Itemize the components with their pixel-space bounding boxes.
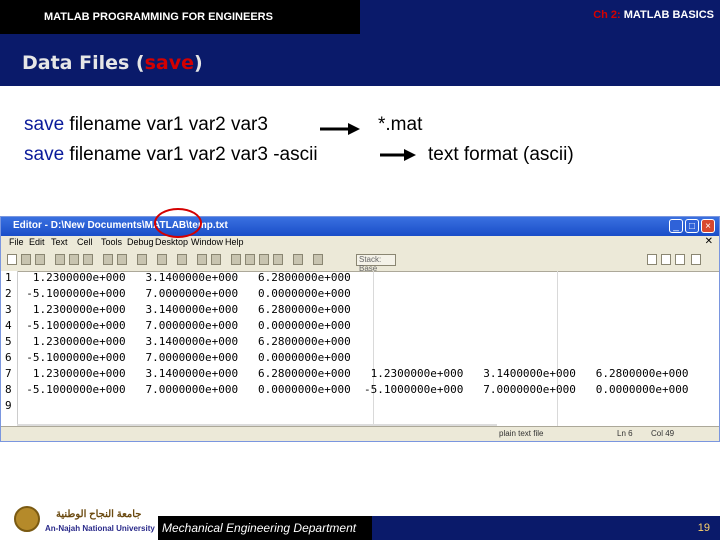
command-line-2: save filename var1 var2 var3 -ascii	[24, 144, 318, 166]
university-logo: جامعة النجاح الوطنية An-Najah National U…	[0, 500, 158, 540]
stack-select[interactable]: Stack: Base	[356, 254, 396, 273]
copy-icon[interactable]	[69, 254, 79, 265]
menu-tools[interactable]: Tools	[101, 237, 122, 247]
save-icon[interactable]	[35, 254, 45, 265]
status-file-type: plain text file	[499, 429, 544, 438]
dock-layout-1-icon[interactable]	[647, 254, 657, 265]
line-number: 4	[5, 319, 12, 332]
department-bar: Mechanical Engineering Department	[158, 516, 372, 540]
line-number: 2	[5, 287, 12, 300]
command-keyword: save	[24, 144, 65, 165]
cut-icon[interactable]	[55, 254, 65, 265]
column-guide	[557, 271, 558, 427]
course-title: MATLAB PROGRAMMING FOR ENGINEERS	[44, 11, 273, 23]
code-line[interactable]: 1.2300000e+000 3.1400000e+000 6.2800000e…	[13, 303, 351, 316]
code-line[interactable]: 1.2300000e+000 3.1400000e+000 6.2800000e…	[13, 335, 351, 348]
line-number: 3	[5, 303, 12, 316]
page-number: 19	[697, 522, 710, 534]
course-header: MATLAB PROGRAMMING FOR ENGINEERS	[0, 0, 360, 34]
command-result-1: *.mat	[378, 114, 423, 135]
continue-icon[interactable]	[273, 254, 283, 265]
chapter-title: Ch 2: MATLAB BASICS	[593, 9, 714, 21]
code-line[interactable]: -5.1000000e+000 7.0000000e+000 0.0000000…	[13, 319, 351, 332]
command-keyword: save	[24, 114, 65, 135]
editor-menubar: File Edit Text Cell Tools Debug Desktop …	[1, 236, 719, 250]
university-name-arabic: جامعة النجاح الوطنية	[56, 509, 142, 520]
function-icon[interactable]	[177, 254, 187, 265]
menu-file[interactable]: File	[9, 237, 24, 247]
line-number: 9	[5, 399, 12, 412]
editor-toolbar: Stack: Base	[1, 250, 719, 273]
editor-titlebar[interactable]: Editor - D:\New Documents\MATLAB\temp.tx…	[1, 217, 719, 236]
column-guide	[373, 271, 374, 427]
command-line-1: save filename var1 var2 var3	[24, 114, 268, 136]
menu-cell[interactable]: Cell	[77, 237, 93, 247]
page-number-bar: 19	[372, 516, 720, 540]
chapter-name: MATLAB BASICS	[623, 9, 714, 21]
menu-debug[interactable]: Debug	[127, 237, 154, 247]
dock-layout-2-icon[interactable]	[661, 254, 671, 265]
arrow-right-icon	[380, 149, 416, 161]
slide-title-suffix: )	[194, 52, 203, 74]
menu-edit[interactable]: Edit	[29, 237, 45, 247]
exit-debug-icon[interactable]	[293, 254, 303, 265]
code-line[interactable]: -5.1000000e+000 7.0000000e+000 0.0000000…	[13, 383, 688, 396]
chapter-header: Ch 2: MATLAB BASICS	[360, 0, 720, 34]
step-out-icon[interactable]	[259, 254, 269, 265]
open-file-icon[interactable]	[21, 254, 31, 265]
command-args: filename var1 var2 var3	[64, 114, 268, 135]
evaluate-icon[interactable]	[313, 254, 323, 265]
maximize-button[interactable]: □	[685, 219, 699, 233]
step-in-icon[interactable]	[245, 254, 255, 265]
command-args: filename var1 var2 var3 -ascii	[64, 144, 318, 165]
status-column: Col 49	[651, 429, 675, 438]
redo-icon[interactable]	[117, 254, 127, 265]
university-seal-icon	[14, 506, 40, 532]
line-number: 6	[5, 351, 12, 364]
code-line[interactable]: 1.2300000e+000 3.1400000e+000 6.2800000e…	[13, 271, 351, 284]
editor-statusbar: plain text file Ln 6 Col 49	[1, 426, 719, 441]
university-name: An-Najah National University	[45, 524, 155, 533]
line-number: 5	[5, 335, 12, 348]
menu-text[interactable]: Text	[51, 237, 68, 247]
status-line: Ln 6	[617, 429, 633, 438]
line-number: 7	[5, 367, 12, 380]
title-band: Data Files (save)	[0, 34, 720, 86]
arrow-right-icon	[320, 123, 360, 135]
line-number: 1	[5, 271, 12, 284]
chapter-number: Ch 2:	[593, 9, 621, 21]
line-number: 8	[5, 383, 12, 396]
breakpoint-icon[interactable]	[197, 254, 207, 265]
menu-desktop[interactable]: Desktop	[155, 237, 188, 247]
slide-title-prefix: Data Files (	[22, 52, 145, 74]
step-icon[interactable]	[231, 254, 241, 265]
department-name: Mechanical Engineering Department	[162, 521, 357, 535]
print-icon[interactable]	[137, 254, 147, 265]
menu-window[interactable]: Window	[191, 237, 223, 247]
dock-layout-3-icon[interactable]	[675, 254, 685, 265]
slide-title: Data Files (save)	[22, 52, 203, 74]
command-result-2: text format (ascii)	[428, 144, 574, 165]
clear-breakpoints-icon[interactable]	[211, 254, 221, 265]
find-icon[interactable]	[157, 254, 167, 265]
code-line[interactable]: -5.1000000e+000 7.0000000e+000 0.0000000…	[13, 287, 351, 300]
new-file-icon[interactable]	[7, 254, 17, 265]
code-line[interactable]: -5.1000000e+000 7.0000000e+000 0.0000000…	[13, 351, 351, 364]
paste-icon[interactable]	[83, 254, 93, 265]
slide-title-highlight: save	[144, 52, 195, 74]
undo-icon[interactable]	[103, 254, 113, 265]
highlight-circle	[154, 208, 202, 238]
close-button[interactable]: ×	[701, 219, 715, 233]
matlab-editor-window: Editor - D:\New Documents\MATLAB\temp.tx…	[0, 216, 720, 442]
menu-close-icon[interactable]: ✕	[705, 236, 713, 247]
dock-layout-4-icon[interactable]	[691, 254, 701, 265]
code-line[interactable]: 1.2300000e+000 3.1400000e+000 6.2800000e…	[13, 367, 689, 380]
menu-help[interactable]: Help	[225, 237, 244, 247]
minimize-button[interactable]: _	[669, 219, 683, 233]
